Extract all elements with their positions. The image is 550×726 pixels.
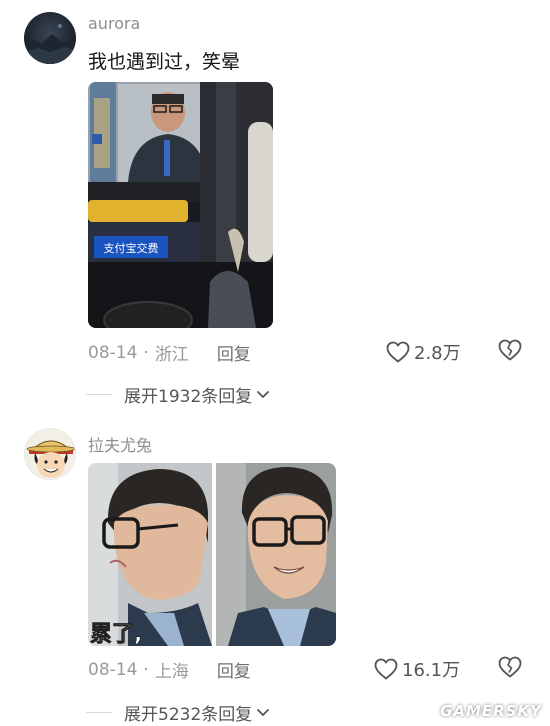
- username[interactable]: 拉夫尤兔: [88, 432, 152, 456]
- expand-replies-label: 展开1932条回复: [124, 387, 253, 407]
- avatar[interactable]: [24, 428, 76, 480]
- comment-photo[interactable]: 支付宝交费: [88, 82, 273, 328]
- photo-sign-text: 支付宝交费: [104, 241, 159, 255]
- expand-replies-button[interactable]: 展开5232条回复: [86, 700, 270, 725]
- chevron-down-icon: [257, 708, 270, 716]
- avatar[interactable]: [24, 12, 76, 64]
- divider-line: [86, 394, 112, 395]
- comment-location: 浙江: [154, 345, 189, 365]
- expand-replies-label: 展开5232条回复: [124, 705, 253, 725]
- like-count: 2.8万: [414, 343, 461, 364]
- expand-replies-button[interactable]: 展开1932条回复: [86, 382, 270, 407]
- comment-date: 08-14: [88, 659, 138, 680]
- broken-heart-icon: [498, 656, 522, 678]
- site-watermark: GAMERSKY: [440, 702, 542, 720]
- like-button[interactable]: 2.8万: [386, 339, 461, 365]
- meta-separator: ·: [143, 342, 149, 363]
- heart-icon: [386, 341, 410, 363]
- like-count: 16.1万: [402, 660, 461, 681]
- comment-photo[interactable]: 累了,: [88, 463, 336, 646]
- comment-meta: 08-14 · 上海 回复: [88, 657, 251, 683]
- comment-text: 我也遇到过，笑晕: [88, 51, 241, 73]
- chevron-down-icon: [257, 390, 270, 398]
- broken-heart-icon: [498, 339, 522, 361]
- dislike-button[interactable]: [498, 656, 522, 682]
- like-button[interactable]: 16.1万: [374, 656, 460, 682]
- dislike-button[interactable]: [498, 339, 522, 365]
- divider-line: [86, 712, 112, 713]
- heart-icon: [374, 658, 398, 680]
- comment-date: 08-14: [88, 342, 138, 363]
- username[interactable]: aurora: [88, 14, 140, 33]
- reply-button[interactable]: 回复: [217, 340, 251, 365]
- comment-location: 上海: [154, 662, 189, 682]
- photo-caption: 累了,: [90, 622, 142, 646]
- reply-button[interactable]: 回复: [217, 657, 251, 682]
- comment-meta: 08-14 · 浙江 回复: [88, 340, 251, 366]
- meta-separator: ·: [143, 659, 149, 680]
